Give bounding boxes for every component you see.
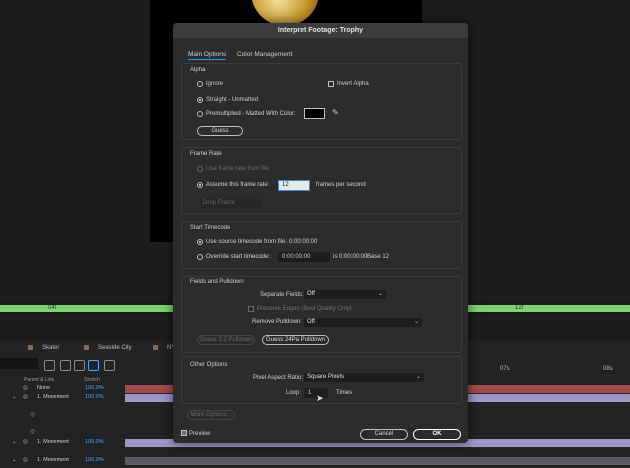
use-file-rate-radio[interactable] — [197, 166, 203, 172]
timecode-equals: is 0:00:00:00 — [333, 254, 368, 260]
alpha-group: Alpha Ignore Invert Alpha Straight - Unm… — [181, 63, 462, 140]
loop-label: Loop: — [286, 390, 302, 396]
assume-rate-label: Assume this frame rate: — [206, 182, 270, 188]
fields-pulldown-group: Fields and Pulldown Separate Fields: Off… — [181, 276, 462, 353]
comp-mini-flowchart-icon[interactable] — [44, 360, 55, 371]
preview-label: Preview — [189, 431, 211, 437]
timecode-base: Base 12 — [367, 254, 390, 260]
shy-layers-icon[interactable] — [74, 360, 85, 371]
assume-rate-radio[interactable] — [197, 182, 203, 188]
layer-row[interactable]: ◎ None 100.0% — [0, 385, 125, 393]
tab-skater[interactable]: Skater — [28, 345, 59, 351]
tab-color-management[interactable]: Color Management — [237, 51, 292, 58]
invert-alpha-checkbox[interactable] — [328, 81, 334, 87]
chevron-down-icon[interactable]: ⌄ — [12, 439, 17, 445]
straight-radio[interactable] — [197, 97, 203, 103]
parent-select[interactable]: 1. Movement — [37, 439, 69, 445]
use-source-timecode-label: Use source timecode from file: — [206, 239, 288, 245]
pickwhip-icon[interactable]: ◎ — [23, 439, 28, 445]
tab-color-swatch — [28, 345, 33, 350]
mouse-cursor-icon: ➤ — [316, 393, 324, 403]
tab-ny[interactable]: NY — [153, 345, 175, 351]
motion-blur-icon[interactable] — [88, 360, 99, 371]
layer-row[interactable]: ⌄ ◎ 1. Movement 100.0% — [0, 394, 125, 402]
use-source-timecode-radio[interactable] — [197, 239, 203, 245]
timeline-search-input[interactable] — [0, 358, 38, 369]
other-options-group: Other Options Pixel Aspect Ratio: Square… — [181, 356, 462, 404]
stretch-value[interactable]: 100.0% — [85, 394, 104, 400]
layer-row[interactable]: ⌄ ◎ 1. Movement 100.0% — [0, 439, 125, 447]
override-timecode-radio[interactable] — [197, 254, 203, 260]
cancel-button[interactable]: Cancel — [360, 429, 408, 440]
frame-rate-group: Frame Rate Use frame rate from file: Ass… — [181, 147, 462, 214]
pixel-aspect-ratio-select[interactable]: Square Pixels ⌄ — [304, 373, 424, 382]
preview-checkbox[interactable] — [181, 430, 187, 436]
property-icon: ◎ — [30, 429, 36, 435]
tab-main-options[interactable]: Main Options — [188, 51, 227, 60]
guess-32-pulldown-button[interactable]: Guess 3:2 Pulldown — [197, 335, 255, 345]
dialog-title[interactable]: Interpret Footage: Trophy — [173, 23, 468, 38]
ignore-radio[interactable] — [197, 81, 203, 87]
loop-unit: Times — [336, 390, 353, 396]
start-timecode-group: Start Timecode Use source timecode from … — [181, 221, 462, 269]
stretch-value[interactable]: 100.0% — [85, 439, 104, 445]
pickwhip-icon[interactable]: ◎ — [23, 385, 28, 391]
override-timecode-label: Override start timecode: — [206, 254, 271, 260]
premultiplied-label: Premultiplied - Matted With Color: — [206, 111, 296, 117]
invert-alpha-label: Invert Alpha — [337, 81, 369, 87]
chevron-down-icon[interactable]: ⌄ — [12, 457, 17, 463]
premultiplied-radio[interactable] — [197, 111, 203, 117]
other-options-title: Other Options — [190, 362, 228, 368]
frame-rate-unit: frames per second — [316, 182, 366, 188]
source-timecode-value: 0:00:00:00 — [289, 239, 318, 245]
preserve-edges-label: Preserve Edges (Best Quality Only) — [257, 306, 352, 312]
frame-rate-input[interactable]: 12 — [278, 180, 310, 191]
start-timecode-title: Start Timecode — [190, 225, 231, 231]
pickwhip-icon[interactable]: ◎ — [23, 394, 28, 400]
ruler-mark: 12f — [515, 305, 524, 311]
separate-fields-select[interactable]: Off ⌄ — [304, 290, 386, 299]
tab-color-swatch — [153, 345, 158, 350]
ruler-mark: 04f — [48, 305, 57, 311]
parent-select[interactable]: None — [37, 385, 50, 391]
fields-title: Fields and Pulldown — [190, 279, 244, 285]
more-options-button[interactable]: More Options... — [187, 410, 235, 420]
tab-color-swatch — [84, 345, 89, 350]
stretch-value[interactable]: 100.0% — [85, 457, 104, 463]
remove-pulldown-label: Remove Pulldown: — [252, 319, 303, 325]
interpret-footage-dialog: Interpret Footage: Trophy Main Options C… — [173, 23, 468, 443]
stretch-value[interactable]: 100.0% — [85, 385, 104, 391]
pickwhip-icon[interactable]: ◎ — [23, 457, 28, 463]
parent-select[interactable]: 1. Movement — [37, 457, 69, 463]
graph-editor-icon[interactable] — [104, 360, 115, 371]
preserve-edges-checkbox[interactable] — [248, 306, 254, 312]
draft-3d-icon[interactable] — [60, 360, 71, 371]
eyedropper-icon[interactable]: ✎ — [332, 108, 339, 117]
alpha-title: Alpha — [190, 67, 206, 73]
frame-rate-title: Frame Rate — [190, 151, 222, 157]
ok-button[interactable]: OK — [413, 429, 461, 440]
property-icon: ◎ — [30, 412, 36, 418]
matte-color-swatch[interactable] — [304, 108, 325, 119]
remove-pulldown-select[interactable]: Off ⌄ — [304, 318, 422, 327]
chevron-down-icon[interactable]: ⌄ — [12, 394, 17, 400]
column-parent-link: Parent & Link — [24, 377, 55, 383]
time-mark: 07s — [500, 366, 510, 372]
drop-frame-select[interactable]: Drop Frame — [200, 199, 262, 208]
separate-fields-label: Separate Fields: — [260, 292, 304, 298]
parent-select[interactable]: 1. Movement — [37, 394, 69, 400]
guess-alpha-button[interactable]: Guess — [197, 126, 243, 136]
layer-duration-bar[interactable] — [125, 457, 630, 465]
override-timecode-input[interactable]: 0:00:00:00 — [278, 252, 330, 262]
time-mark: 08s — [603, 366, 613, 372]
column-stretch: Stretch — [84, 377, 100, 383]
layer-row[interactable]: ⌄ ◎ 1. Movement 100.0% — [0, 457, 125, 465]
straight-label: Straight - Unmatted — [206, 97, 259, 103]
guess-24pa-pulldown-button[interactable]: Guess 24Pa Pulldown — [262, 335, 329, 345]
tab-seaside-city[interactable]: Seaside City — [84, 345, 132, 351]
ignore-label: Ignore — [206, 81, 224, 87]
use-file-rate-label: Use frame rate from file: — [206, 166, 271, 172]
pixel-aspect-ratio-label: Pixel Aspect Ratio: — [253, 375, 304, 381]
